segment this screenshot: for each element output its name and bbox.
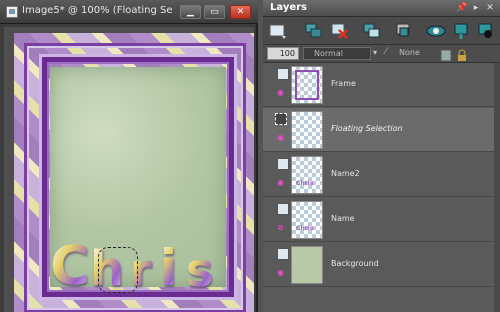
layer-name[interactable]: Name2 <box>331 169 360 178</box>
layer-name[interactable]: Name <box>331 214 355 223</box>
pin-icon[interactable]: 📌 <box>456 2 468 14</box>
merge-layer-icon[interactable] <box>393 20 415 42</box>
layer-properties-icon[interactable] <box>451 20 473 42</box>
selection-marquee[interactable] <box>98 247 138 293</box>
close-button[interactable]: ✕ <box>230 5 251 19</box>
blend-mode-select[interactable]: Normal <box>303 47 371 60</box>
eye-icon[interactable]: ◉ <box>277 268 291 277</box>
opacity-field[interactable]: 100 <box>267 47 299 60</box>
layers-title: Layers <box>270 2 307 13</box>
layer-name[interactable]: Floating Selection <box>331 124 403 133</box>
layer-row-background[interactable]: ◉ Background <box>263 243 500 287</box>
image-window: Image5* @ 100% (Floating Selection) ▁ ▭ … <box>0 0 258 312</box>
layer-thumbnail: Chris <box>291 156 323 194</box>
eye-icon[interactable]: ◉ <box>277 133 291 142</box>
raster-layer-icon <box>277 158 289 170</box>
link-icon[interactable]: ⁄ <box>385 47 397 60</box>
name-thumbnail-graphic: Chris <box>296 225 314 232</box>
layer-thumbnail <box>291 66 323 104</box>
layers-palette: Layers 📌 ▸ ✕ 100 Normal ▾ ⁄ None ◉ Frame… <box>263 0 500 312</box>
blend-options-bar: 100 Normal ▾ ⁄ None <box>263 45 500 63</box>
eye-hidden-icon[interactable]: ⊘ <box>277 223 291 232</box>
name-letter: i <box>160 239 178 297</box>
lock-icon[interactable] <box>456 47 468 61</box>
layer-name[interactable]: Frame <box>331 79 356 88</box>
palette-close-icon[interactable]: ✕ <box>484 2 496 14</box>
palette-menu-icon[interactable]: ▸ <box>470 2 482 14</box>
layer-row-name[interactable]: ⊘ Chris Name <box>263 198 500 242</box>
layer-row-frame[interactable]: ◉ Frame <box>263 63 500 107</box>
frame-thumbnail-graphic <box>295 70 319 100</box>
palette-scrollbar[interactable] <box>494 63 500 312</box>
mask-layer-icon[interactable] <box>475 20 497 42</box>
duplicate-layer-icon[interactable] <box>361 20 383 42</box>
layer-thumbnail: Chris <box>291 201 323 239</box>
layers-toolbar <box>263 17 500 45</box>
new-layer-group-icon[interactable] <box>303 20 325 42</box>
layer-thumbnail <box>291 111 323 149</box>
maximize-button[interactable]: ▭ <box>204 5 225 19</box>
floating-selection-icon <box>275 113 287 125</box>
canvas-area[interactable]: C h r i s <box>4 27 254 312</box>
document-icon <box>6 6 18 18</box>
visibility-toggle-icon[interactable] <box>425 20 447 42</box>
raster-layer-icon <box>277 68 289 80</box>
image-canvas[interactable]: C h r i s <box>14 33 254 312</box>
name-art: C h r i s <box>48 233 234 293</box>
layers-titlebar[interactable]: Layers 📌 ▸ ✕ <box>263 0 500 17</box>
image-window-title: Image5* @ 100% (Floating Selection) <box>22 5 172 16</box>
layer-row-floating-selection[interactable]: ◉ Floating Selection <box>263 108 500 152</box>
image-window-titlebar[interactable]: Image5* @ 100% (Floating Selection) ▁ ▭ … <box>0 0 258 24</box>
group-link-select[interactable]: None <box>399 48 420 57</box>
layer-name[interactable]: Background <box>331 259 379 268</box>
minimize-button[interactable]: ▁ <box>180 5 201 19</box>
name-letter: s <box>186 243 214 297</box>
delete-layer-icon[interactable] <box>329 20 351 42</box>
layers-list: ◉ Frame ◉ Floating Selection ◉ Chris Nam… <box>263 63 500 312</box>
chevron-down-icon[interactable]: ▾ <box>373 48 377 57</box>
name-thumbnail-graphic: Chris <box>296 180 314 187</box>
eye-icon[interactable]: ◉ <box>277 178 291 187</box>
layer-thumbnail <box>291 246 323 284</box>
name-letter: C <box>50 234 90 297</box>
raster-layer-icon <box>277 203 289 215</box>
new-raster-layer-icon[interactable] <box>267 20 289 42</box>
raster-layer-icon <box>277 248 289 260</box>
eye-icon[interactable]: ◉ <box>277 88 291 97</box>
layer-row-name2[interactable]: ◉ Chris Name2 <box>263 153 500 197</box>
